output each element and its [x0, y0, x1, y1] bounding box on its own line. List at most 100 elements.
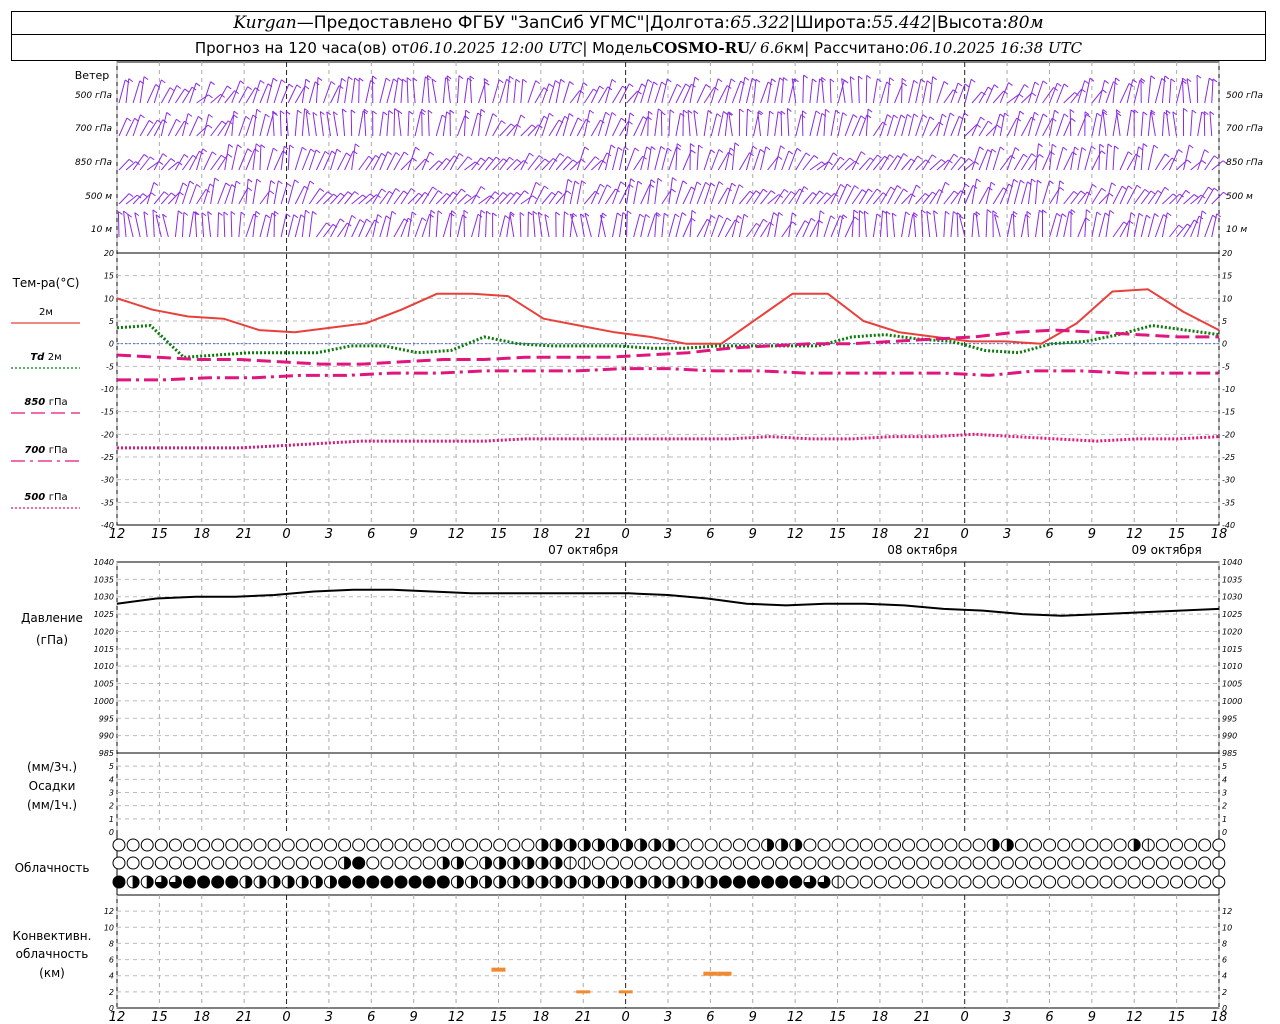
cloud-symbol: [211, 856, 225, 870]
cloud-symbol: [704, 856, 718, 870]
temp-ytick: -15: [101, 408, 114, 417]
cloud-symbol: [690, 856, 704, 870]
wind-barb-feather: [184, 88, 189, 93]
wind-barb: [1091, 113, 1098, 137]
wind-barb-feather: [256, 108, 262, 113]
wind-barb: [1070, 146, 1076, 171]
pres-ytick: 990: [99, 732, 114, 741]
wind-barb: [816, 210, 821, 238]
wind-barb-feather: [1142, 143, 1148, 147]
wind-barb: [499, 215, 506, 238]
wind-barb-feather: [620, 181, 626, 186]
wind-barb: [985, 182, 992, 205]
wind-barb: [231, 180, 237, 205]
wind-barb-feather: [557, 190, 563, 195]
wind-barb-feather: [624, 146, 629, 151]
wind-barb-feather: [747, 108, 752, 113]
wind-barb: [400, 79, 404, 104]
cloud-symbol: [422, 856, 436, 870]
wind-barb: [894, 114, 902, 137]
wind-barb-feather: [1069, 109, 1075, 113]
wind-barb: [287, 179, 296, 205]
cloud-symbol: [662, 856, 676, 870]
pres-ytick: 1010: [1222, 662, 1242, 671]
wind-barb-feather: [653, 81, 658, 86]
wind-barb-feather: [889, 154, 894, 158]
wind-barb: [435, 114, 443, 137]
wind-barb-feather: [197, 116, 203, 120]
cloud-symbol: [1127, 856, 1141, 870]
wind-barb-feather: [1213, 187, 1219, 192]
wind-barb: [993, 214, 1001, 238]
pres-ytick: 985: [1222, 749, 1237, 758]
hour-label: 3: [1003, 1010, 1011, 1024]
hour-label: 0: [621, 1010, 629, 1024]
wind-barb: [675, 180, 684, 205]
wind-level-label: 850 гПа: [1226, 158, 1263, 168]
wind-barb-feather: [297, 109, 302, 114]
wind-barb: [266, 147, 274, 171]
wind-barb-feather: [480, 157, 486, 162]
wind-barb: [647, 111, 649, 137]
wind-barb-feather: [128, 193, 134, 198]
wind-barb-feather: [819, 210, 825, 215]
wind-barb: [1197, 210, 1203, 238]
wind-barb: [1140, 143, 1144, 171]
wind-barb-feather: [366, 218, 371, 223]
wind-barb: [1063, 92, 1076, 104]
hour-label: 15: [151, 1010, 168, 1024]
cloud-symbol: [1043, 856, 1057, 870]
wind-barb-feather: [385, 215, 391, 220]
wind-barb: [238, 148, 249, 171]
wind-barb-feather: [397, 77, 403, 82]
wind-barb-feather: [658, 108, 663, 113]
conv-title-3: (км): [39, 966, 65, 980]
wind-barb-feather: [896, 185, 902, 189]
wind-barb-feather: [780, 110, 786, 115]
hour-label: 12: [787, 1010, 804, 1024]
wind-barb: [844, 185, 855, 205]
wind-barb: [287, 84, 298, 104]
wind-barb-feather: [151, 192, 156, 197]
wind-barb-feather: [840, 183, 845, 188]
wind-barb: [442, 155, 455, 171]
wind-barb: [668, 177, 673, 205]
wind-barb-feather: [737, 215, 742, 219]
wind-barb: [1209, 111, 1213, 137]
cloud-fill: [598, 839, 605, 851]
cloud-fill: [654, 876, 661, 888]
wind-barb-feather: [312, 211, 317, 215]
wind-barb: [802, 218, 812, 238]
wind-barb: [123, 210, 127, 238]
wind-barb: [872, 78, 878, 104]
wind-barb-feather: [626, 210, 632, 215]
cloud-symbol: [676, 838, 690, 852]
wind-barb-feather: [1201, 210, 1207, 215]
wind-barb: [463, 77, 469, 104]
wind-barb-feather: [792, 221, 797, 226]
cloud-fill: [395, 876, 407, 888]
wind-barb-feather: [1183, 107, 1188, 112]
wind-barb-feather: [211, 151, 217, 156]
wind-barb: [203, 151, 213, 171]
wind-barb-feather: [731, 182, 737, 187]
wind-barb: [780, 111, 783, 137]
wind-barb-feather: [1049, 180, 1054, 185]
cloud-fill: [556, 857, 563, 869]
wind-barb-feather: [868, 188, 873, 193]
wind-barb: [1112, 221, 1125, 238]
wind-barb-feather: [260, 144, 266, 149]
wind-barb-feather: [1196, 74, 1202, 79]
wind-barb-feather: [800, 114, 806, 119]
wind-barb-feather: [1024, 84, 1029, 88]
cloud-symbol: [295, 838, 309, 852]
wind-barb-feather: [676, 83, 682, 88]
wind-barb-feather: [485, 81, 490, 86]
wind-barb: [661, 147, 668, 171]
wind-barb: [668, 84, 678, 104]
wind-barb-feather: [705, 181, 710, 186]
hour-label: 15: [829, 1010, 846, 1024]
temp-ytick: -15: [1222, 408, 1235, 417]
wind-barb-feather: [1136, 184, 1142, 189]
wind-barb: [301, 148, 312, 171]
